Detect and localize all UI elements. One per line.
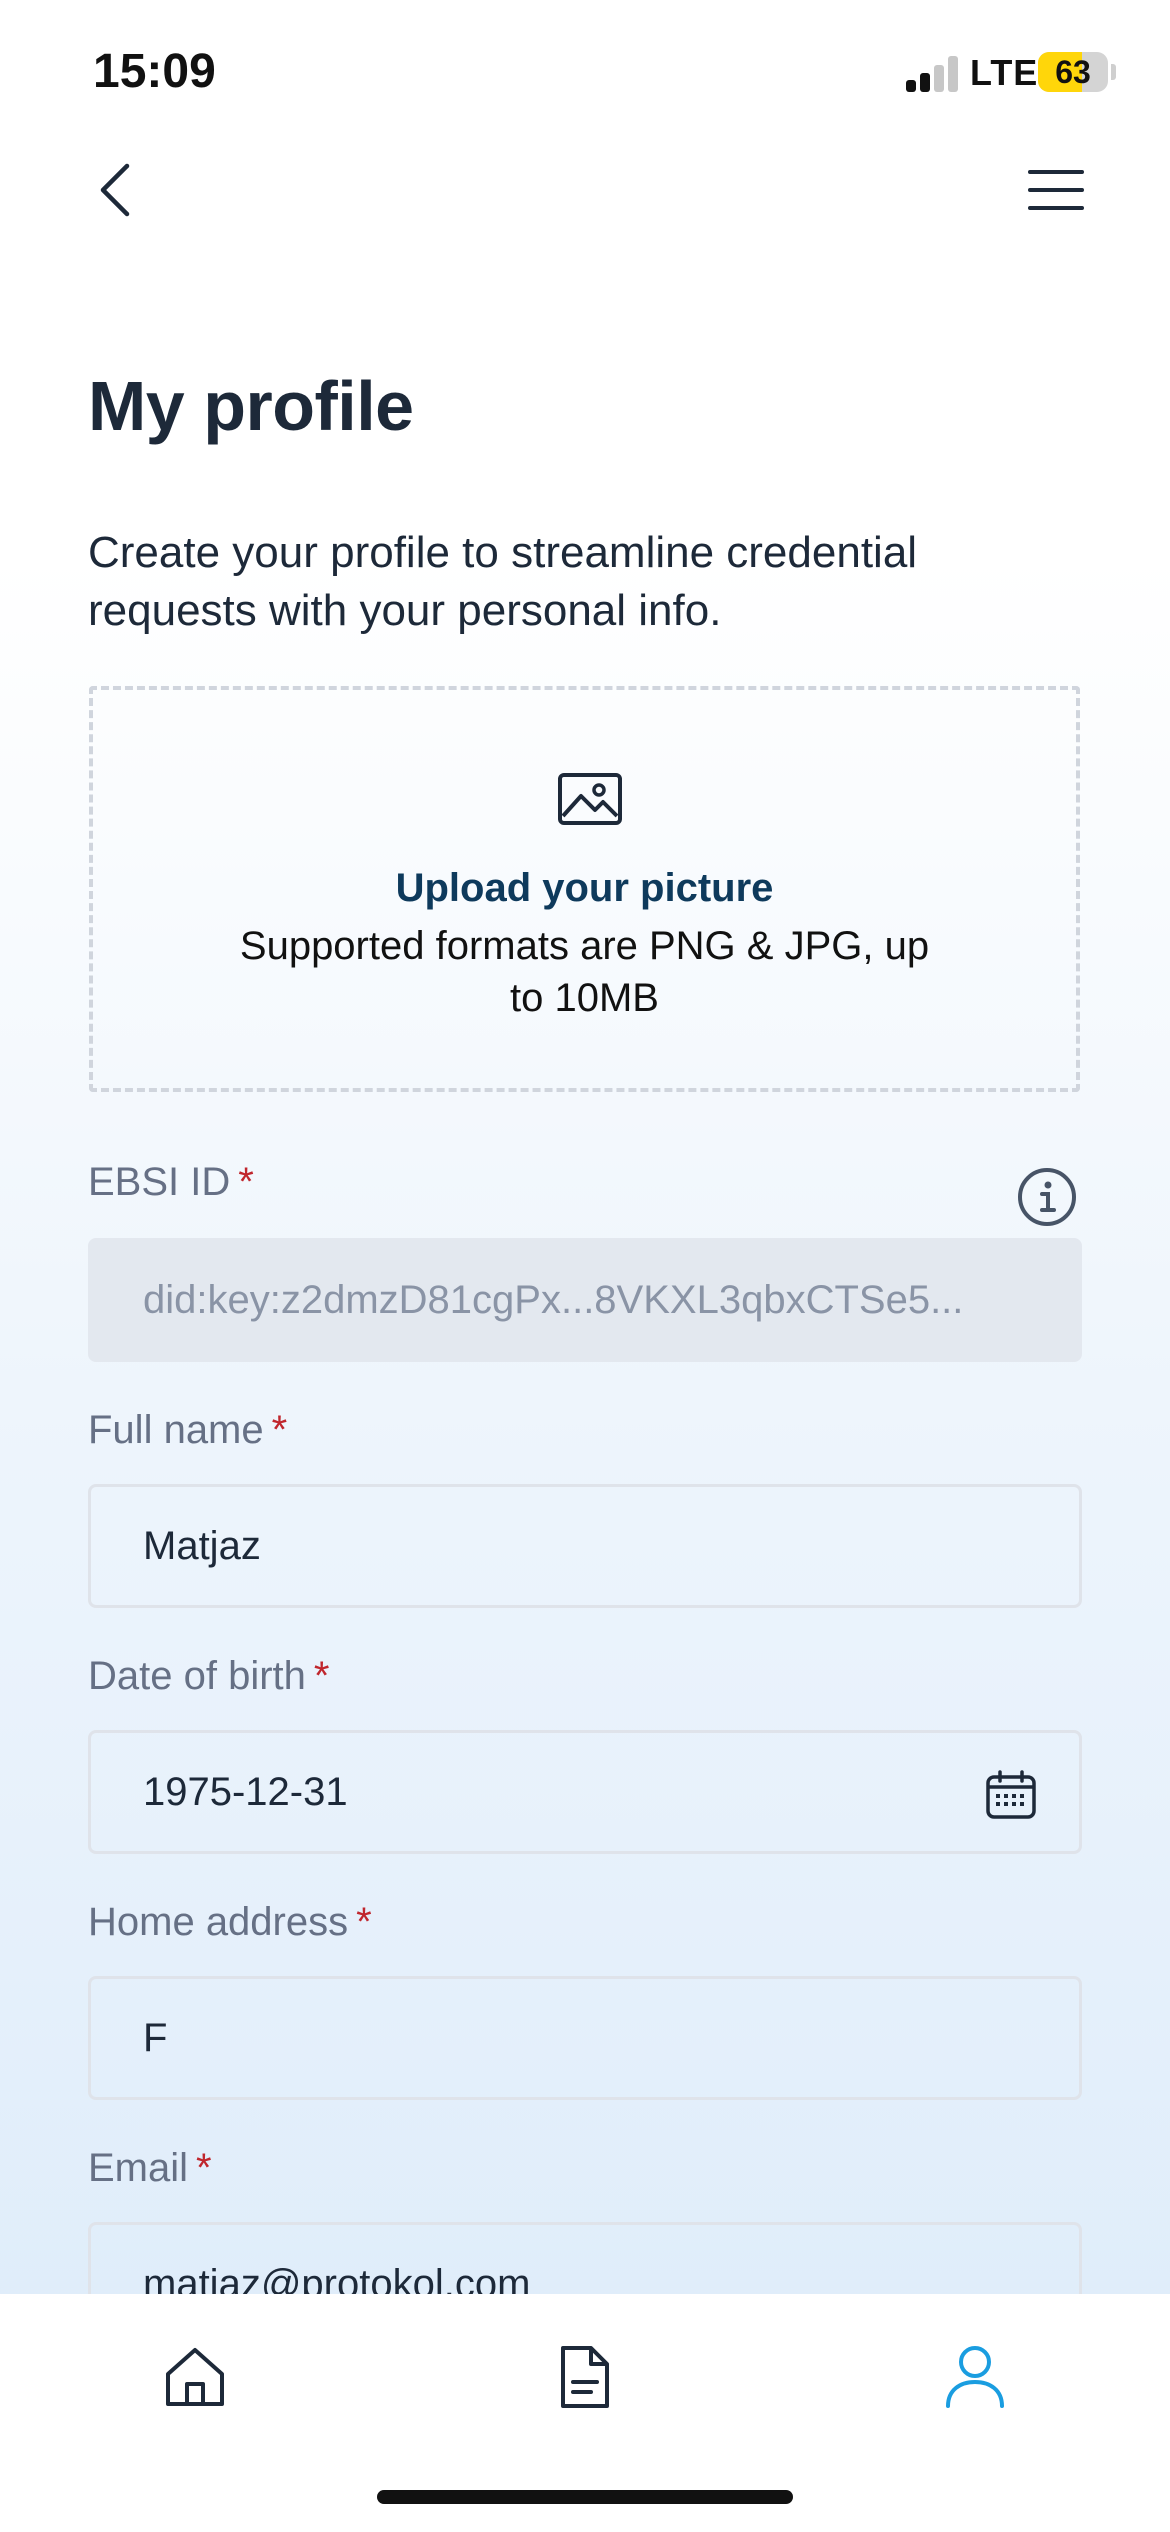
hamburger-menu-icon <box>1028 170 1084 210</box>
full-name-value: Matjaz <box>143 1523 261 1568</box>
required-marker: * <box>196 2146 212 2190</box>
full-name-input[interactable]: Matjaz <box>88 1484 1082 1608</box>
battery-level: 63 <box>1055 54 1091 90</box>
full-name-label: Full name * <box>88 1408 287 1453</box>
home-icon <box>166 2348 224 2406</box>
required-marker: * <box>356 1900 372 1944</box>
signal-icon <box>906 56 958 92</box>
date-of-birth-value: 1975-12-31 <box>143 1769 348 1814</box>
upload-picture-area[interactable]: Upload your picture Supported formats ar… <box>89 686 1080 1092</box>
document-icon <box>561 2346 609 2408</box>
full-name-label-text: Full name <box>88 1408 264 1452</box>
back-button[interactable] <box>80 150 150 230</box>
date-of-birth-input[interactable]: 1975-12-31 <box>88 1730 1082 1854</box>
required-marker: * <box>313 1654 330 1698</box>
home-address-value: F <box>143 2015 168 2060</box>
page-title: My profile <box>88 367 414 445</box>
date-of-birth-label: Date of birth * <box>88 1654 329 1699</box>
home-indicator <box>377 2490 793 2504</box>
tab-home[interactable] <box>150 2332 240 2422</box>
upload-description: Supported formats are PNG & JPG, up to 1… <box>239 924 930 1020</box>
chevron-left-icon <box>100 163 130 217</box>
home-address-label-text: Home address <box>88 1900 349 1944</box>
ebsi-id-label: EBSI ID * <box>88 1160 254 1205</box>
top-navigation <box>0 140 1170 240</box>
tab-profile[interactable] <box>930 2332 1020 2422</box>
user-icon <box>946 2346 1004 2408</box>
required-marker: * <box>238 1160 254 1204</box>
calendar-icon[interactable] <box>985 1769 1037 1821</box>
tab-documents[interactable] <box>540 2332 630 2422</box>
status-time: 15:09 <box>93 45 216 98</box>
ebsi-id-field: did:key:z2dmzD81cgPx...8VKXL3qbxCTSe5... <box>88 1238 1082 1362</box>
upload-title: Upload your picture <box>395 866 774 910</box>
required-marker: * <box>271 1408 288 1452</box>
image-icon <box>558 773 622 825</box>
menu-button[interactable] <box>1020 150 1092 230</box>
email-label-text: Email <box>88 2146 189 2190</box>
ebsi-id-label-text: EBSI ID <box>88 1160 231 1204</box>
network-type: LTE <box>970 52 1039 93</box>
battery-tip <box>1111 64 1116 80</box>
status-bar: 15:09 LTE 63 <box>0 0 1170 140</box>
ebsi-id-value: did:key:z2dmzD81cgPx...8VKXL3qbxCTSe5... <box>143 1277 964 1322</box>
email-label: Email * <box>88 2146 212 2191</box>
battery-icon: 63 <box>1038 52 1108 92</box>
date-of-birth-label-text: Date of birth <box>88 1654 306 1698</box>
home-address-input[interactable]: F <box>88 1976 1082 2100</box>
info-icon[interactable] <box>1016 1166 1078 1228</box>
page-subtitle: Create your profile to streamline creden… <box>88 528 918 635</box>
home-address-label: Home address * <box>88 1900 372 1945</box>
